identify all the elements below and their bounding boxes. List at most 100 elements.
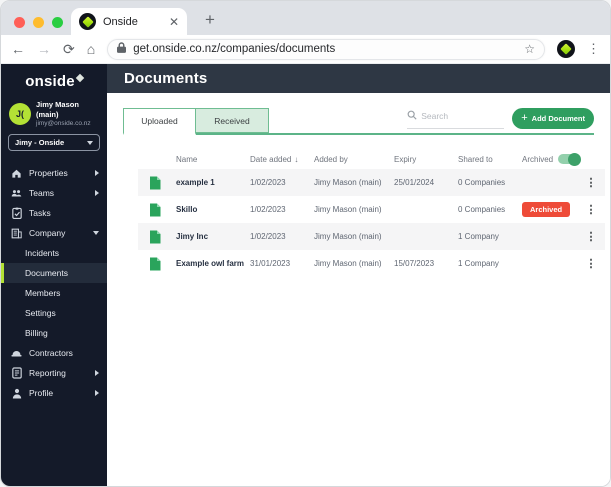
chevron-right-icon [95,170,99,177]
chevron-right-icon [95,390,99,397]
sidebar-item-billing[interactable]: Billing [1,323,107,343]
new-tab-button[interactable]: + [205,10,215,30]
onside-favicon-icon [79,13,96,30]
document-name[interactable]: Example owl farm [176,259,246,268]
profile-icon [11,388,22,399]
chevron-right-icon [95,190,99,197]
document-icon [138,257,172,271]
chevron-right-icon [95,370,99,377]
sidebar-item-properties[interactable]: Properties [1,163,107,183]
documents-table: Name Date added ↓ Added by Expiry Shared… [138,149,605,277]
browser-menu-icon[interactable]: ⋮ [587,41,600,57]
search-box[interactable] [407,107,505,129]
add-document-button[interactable]: + Add Document [512,108,594,129]
minimize-window-button[interactable] [33,17,44,28]
sidebar-item-members[interactable]: Members [1,283,107,303]
browser-window: Onside ✕ + ← → ⟳ ⌂ get.onside.co.nz/comp… [0,0,611,487]
sidebar-item-profile[interactable]: Profile [1,383,107,403]
sidebar-item-incidents[interactable]: Incidents [1,243,107,263]
documents-tabbar: Uploaded Received + Add Document [123,107,594,135]
search-icon [407,107,417,125]
reporting-icon [11,367,22,379]
user-name: Jimy Mason (main) [36,100,79,120]
teams-icon [11,188,22,198]
document-name[interactable]: Jimy Inc [176,232,246,241]
tab-title: Onside [103,15,138,28]
shared-to: 0 Companies [458,178,506,187]
sidebar-item-teams[interactable]: Teams [1,183,107,203]
sidebar-item-reporting[interactable]: Reporting [1,363,107,383]
added-by: Jimy Mason (main) [314,232,382,241]
date-added: 1/02/2023 [250,205,286,214]
table-row[interactable]: example 1 1/02/2023 Jimy Mason (main) 25… [138,169,605,196]
lock-icon [117,40,127,58]
document-name[interactable]: Skillo [176,205,246,214]
archived-toggle[interactable] [558,152,582,166]
document-icon [138,230,172,244]
user-email: jimy@onside.co.nz [36,120,91,128]
onside-logo: onside [1,73,107,90]
tab-uploaded[interactable]: Uploaded [123,108,196,135]
sidebar: onside J( Jimy Mason (main) jimy@onside.… [1,64,107,486]
date-added: 31/01/2023 [250,259,291,268]
reload-button[interactable]: ⟳ [63,42,75,56]
sidebar-item-company[interactable]: Company [1,223,107,243]
row-menu-icon[interactable]: ⋮ [577,230,605,243]
home-icon [11,168,22,179]
column-date-added[interactable]: Date added ↓ [250,155,310,164]
browser-tab[interactable]: Onside ✕ [71,8,187,35]
user-profile: J( Jimy Mason (main) jimy@onside.co.nz [1,100,107,127]
browser-toolbar: ← → ⟳ ⌂ get.onside.co.nz/companies/docum… [1,35,610,64]
row-menu-icon[interactable]: ⋮ [577,257,605,270]
forward-button[interactable]: → [37,42,51,56]
date-added: 1/02/2023 [250,178,286,187]
shared-to: 1 Company [458,259,499,268]
sidebar-item-tasks[interactable]: Tasks [1,203,107,223]
row-menu-icon[interactable]: ⋮ [577,176,605,189]
column-shared-to[interactable]: Shared to [458,155,518,164]
document-icon [138,203,172,217]
plus-icon: + [521,112,528,124]
date-added: 1/02/2023 [250,232,286,241]
close-window-button[interactable] [14,17,25,28]
tab-received[interactable]: Received [196,108,269,133]
page-title: Documents [124,70,208,87]
sidebar-item-documents[interactable]: Documents [1,263,107,284]
shared-to: 0 Companies [458,205,506,214]
added-by: Jimy Mason (main) [314,259,382,268]
table-row[interactable]: Skillo 1/02/2023 Jimy Mason (main) 0 Com… [138,196,605,223]
search-input[interactable] [421,111,492,121]
shared-to: 1 Company [458,232,499,241]
added-by: Jimy Mason (main) [314,178,382,187]
expiry: 15/07/2023 [394,259,435,268]
tab-close-icon[interactable]: ✕ [169,15,179,29]
zoom-window-button[interactable] [52,17,63,28]
column-archived: Archived [522,152,582,166]
url-text: get.onside.co.nz/companies/documents [133,43,336,55]
archived-badge: Archived [522,202,571,217]
home-button[interactable]: ⌂ [87,42,95,56]
column-name[interactable]: Name [176,155,246,164]
org-selector-dropdown[interactable]: Jimy - Onside [8,134,100,152]
browser-tabstrip: Onside ✕ + [1,1,610,35]
added-by: Jimy Mason (main) [314,205,382,214]
table-row[interactable]: Jimy Inc 1/02/2023 Jimy Mason (main) 1 C… [138,223,605,250]
document-name[interactable]: example 1 [176,178,246,187]
avatar: J( [9,102,31,125]
table-row[interactable]: Example owl farm 31/01/2023 Jimy Mason (… [138,250,605,277]
row-menu-icon[interactable]: ⋮ [577,203,605,216]
column-expiry[interactable]: Expiry [394,155,454,164]
address-bar[interactable]: get.onside.co.nz/companies/documents ☆ [107,38,545,60]
company-icon [11,228,22,239]
onside-extension-icon[interactable] [557,40,575,58]
sidebar-item-settings[interactable]: Settings [1,303,107,323]
table-header-row: Name Date added ↓ Added by Expiry Shared… [138,149,605,169]
document-icon [138,176,172,190]
sidebar-item-contractors[interactable]: Contractors [1,343,107,363]
sidebar-nav: Properties Teams Tasks Company Incidents… [1,163,107,403]
chevron-down-icon [87,140,93,145]
column-added-by[interactable]: Added by [314,155,390,164]
bookmark-star-icon[interactable]: ☆ [524,42,535,56]
window-controls [14,17,63,28]
back-button[interactable]: ← [11,42,25,56]
